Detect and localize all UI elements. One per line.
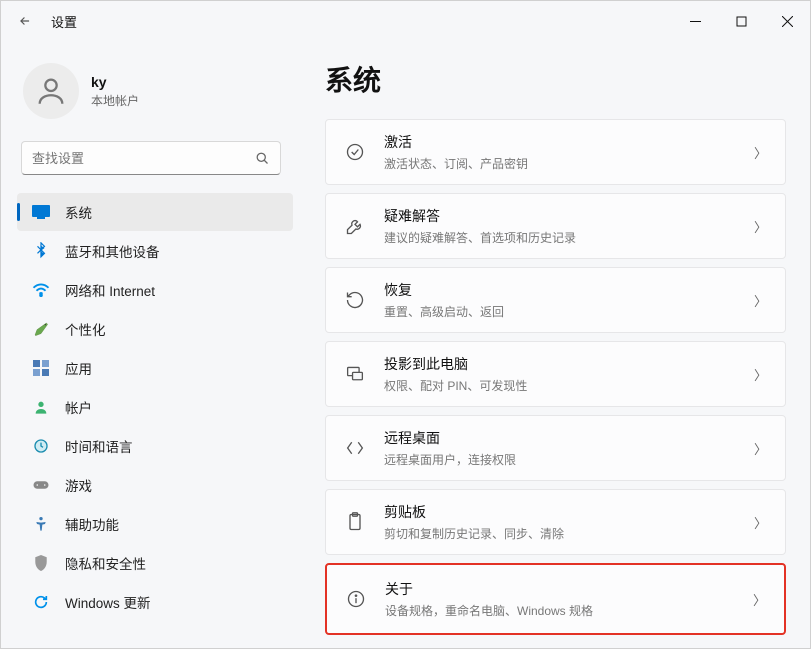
setting-subtitle: 设备规格，重命名电脑、Windows 规格 [385,602,753,619]
sidebar-item-accounts[interactable]: 帐户 [17,388,293,426]
brush-icon [31,319,51,339]
account-icon [31,397,51,417]
update-icon [31,592,51,612]
setting-title: 远程桌面 [384,428,754,448]
search-box[interactable] [21,141,281,175]
sidebar-item-label: 帐户 [65,397,92,417]
minimize-button[interactable] [672,1,718,41]
search-input[interactable] [32,151,255,166]
maximize-button[interactable] [718,1,764,41]
setting-clipboard[interactable]: 剪贴板 剪切和复制历史记录、同步、清除 〉 [325,489,786,555]
setting-troubleshoot[interactable]: 疑难解答 建议的疑难解答、首选项和历史记录 〉 [325,193,786,259]
setting-title: 投影到此电脑 [384,354,754,374]
sidebar-item-label: Windows 更新 [65,592,151,612]
sidebar-item-privacy[interactable]: 隐私和安全性 [17,544,293,582]
chevron-right-icon: 〉 [753,590,766,609]
setting-subtitle: 激活状态、订阅、产品密钥 [384,155,754,172]
setting-subtitle: 剪切和复制历史记录、同步、清除 [384,525,754,542]
chevron-right-icon: 〉 [754,217,767,236]
remote-icon [344,437,366,459]
check-circle-icon [344,141,366,163]
wifi-icon [31,280,51,300]
search-icon [255,151,270,166]
setting-text: 疑难解答 建议的疑难解答、首选项和历史记录 [384,206,754,246]
sidebar-item-gaming[interactable]: 游戏 [17,466,293,504]
clipboard-icon [344,511,366,533]
sidebar-item-label: 蓝牙和其他设备 [65,241,160,261]
accessibility-icon [31,514,51,534]
shield-icon [31,553,51,573]
chevron-right-icon: 〉 [754,439,767,458]
chevron-right-icon: 〉 [754,291,767,310]
sidebar-item-network[interactable]: 网络和 Internet [17,271,293,309]
setting-text: 恢复 重置、高级启动、返回 [384,280,754,320]
recovery-icon [344,289,366,311]
setting-text: 远程桌面 远程桌面用户，连接权限 [384,428,754,468]
setting-title: 关于 [385,579,753,599]
window-title: 设置 [51,12,77,31]
profile-block[interactable]: ky 本地帐户 [17,51,293,137]
setting-text: 关于 设备规格，重命名电脑、Windows 规格 [385,579,753,619]
setting-text: 投影到此电脑 权限、配对 PIN、可发现性 [384,354,754,394]
sidebar-item-label: 辅助功能 [65,514,119,534]
setting-title: 激活 [384,132,754,152]
chevron-right-icon: 〉 [754,143,767,162]
sidebar-item-label: 网络和 Internet [65,280,155,300]
back-button[interactable] [15,11,35,31]
page-title: 系统 [325,59,786,99]
sidebar-item-apps[interactable]: 应用 [17,349,293,387]
setting-subtitle: 权限、配对 PIN、可发现性 [384,377,754,394]
titlebar: 设置 [1,1,810,41]
profile-subtitle: 本地帐户 [91,92,139,109]
sidebar-item-label: 时间和语言 [65,436,133,456]
sidebar-item-personalization[interactable]: 个性化 [17,310,293,348]
sidebar-item-time-language[interactable]: 时间和语言 [17,427,293,465]
setting-title: 疑难解答 [384,206,754,226]
bluetooth-icon [31,241,51,261]
profile-name: ky [91,74,139,90]
chevron-right-icon: 〉 [754,513,767,532]
setting-remote-desktop[interactable]: 远程桌面 远程桌面用户，连接权限 〉 [325,415,786,481]
setting-subtitle: 重置、高级启动、返回 [384,303,754,320]
setting-title: 恢复 [384,280,754,300]
sidebar-item-accessibility[interactable]: 辅助功能 [17,505,293,543]
wrench-icon [344,215,366,237]
setting-recovery[interactable]: 恢复 重置、高级启动、返回 〉 [325,267,786,333]
avatar [23,63,79,119]
setting-title: 剪贴板 [384,502,754,522]
setting-text: 剪贴板 剪切和复制历史记录、同步、清除 [384,502,754,542]
sidebar-item-label: 应用 [65,358,92,378]
setting-activation[interactable]: 激活 激活状态、订阅、产品密钥 〉 [325,119,786,185]
setting-subtitle: 远程桌面用户，连接权限 [384,451,754,468]
close-button[interactable] [764,1,810,41]
gamepad-icon [31,475,51,495]
setting-text: 激活 激活状态、订阅、产品密钥 [384,132,754,172]
sidebar-item-system[interactable]: 系统 [17,193,293,231]
info-icon [345,588,367,610]
system-icon [31,202,51,222]
setting-subtitle: 建议的疑难解答、首选项和历史记录 [384,229,754,246]
sidebar-item-bluetooth[interactable]: 蓝牙和其他设备 [17,232,293,270]
profile-text: ky 本地帐户 [91,74,139,109]
sidebar-item-label: 隐私和安全性 [65,553,146,573]
sidebar-item-label: 游戏 [65,475,92,495]
sidebar-item-label: 个性化 [65,319,106,339]
project-icon [344,363,366,385]
clock-icon [31,436,51,456]
setting-about[interactable]: 关于 设备规格，重命名电脑、Windows 规格 〉 [325,563,786,635]
setting-projecting[interactable]: 投影到此电脑 权限、配对 PIN、可发现性 〉 [325,341,786,407]
sidebar: ky 本地帐户 系统 蓝牙和其他设备 [1,41,301,648]
window-controls [672,1,810,41]
chevron-right-icon: 〉 [754,365,767,384]
sidebar-item-update[interactable]: Windows 更新 [17,583,293,621]
nav-list: 系统 蓝牙和其他设备 网络和 Internet 个性化 [17,193,293,621]
apps-icon [31,358,51,378]
main-panel: 系统 激活 激活状态、订阅、产品密钥 〉 疑难解答 建议的疑难解答、首选项和历史… [301,41,810,648]
sidebar-item-label: 系统 [65,202,92,222]
